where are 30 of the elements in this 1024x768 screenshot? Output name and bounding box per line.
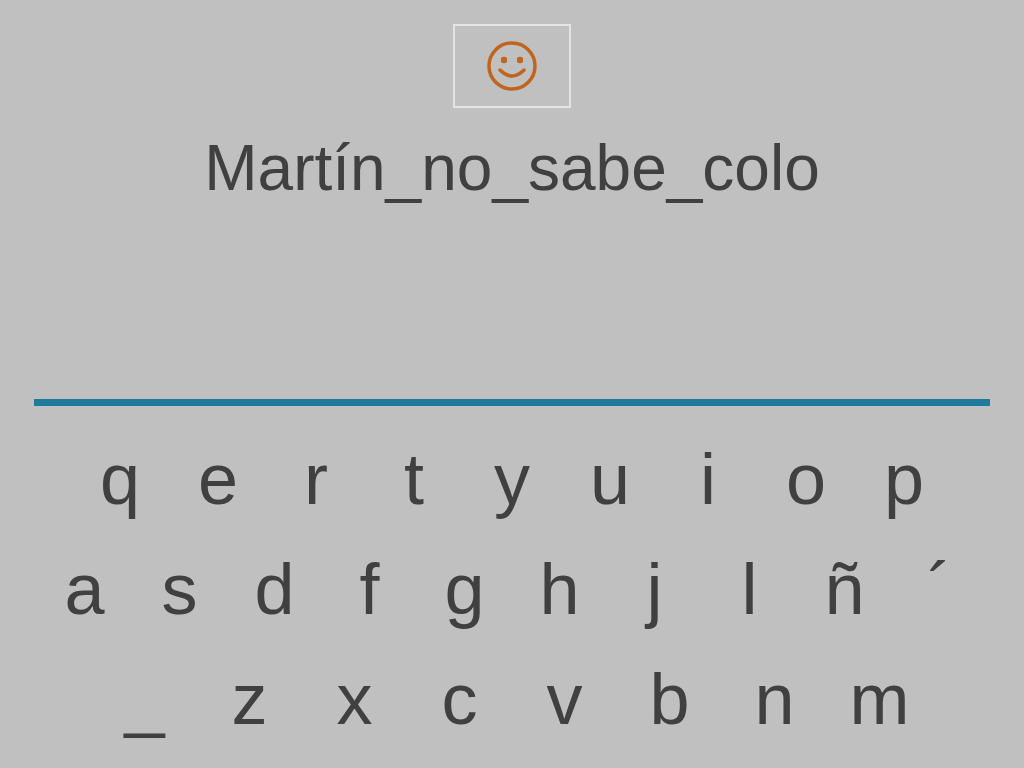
letter-key[interactable]: m <box>827 654 932 744</box>
letter-key[interactable]: g <box>417 544 512 634</box>
letter-key[interactable]: s <box>132 544 227 634</box>
letter-key[interactable]: r <box>267 434 365 524</box>
letter-key[interactable]: j <box>607 544 702 634</box>
letter-key[interactable]: h <box>512 544 607 634</box>
letter-key[interactable]: x <box>302 654 407 744</box>
letter-key[interactable]: f <box>322 544 417 634</box>
letter-key[interactable]: l <box>702 544 797 634</box>
letter-key[interactable]: t <box>365 434 463 524</box>
letter-key[interactable]: b <box>617 654 722 744</box>
word-display: Martín_no_sabe_colo <box>204 131 820 206</box>
letter-key[interactable]: e <box>169 434 267 524</box>
smiley-icon <box>486 40 538 92</box>
letter-key[interactable]: i <box>659 434 757 524</box>
letter-key[interactable]: y <box>463 434 561 524</box>
letter-key[interactable]: o <box>757 434 855 524</box>
letter-key[interactable]: ´ <box>892 544 987 634</box>
letter-key[interactable]: _ <box>92 654 197 744</box>
letter-key[interactable]: u <box>561 434 659 524</box>
letter-key[interactable]: q <box>71 434 169 524</box>
letter-key[interactable]: ñ <box>797 544 892 634</box>
letter-key[interactable]: z <box>197 654 302 744</box>
letter-key[interactable]: a <box>37 544 132 634</box>
letter-key[interactable]: c <box>407 654 512 744</box>
letter-key[interactable]: d <box>227 544 322 634</box>
letter-key[interactable]: v <box>512 654 617 744</box>
smiley-button[interactable] <box>453 24 571 108</box>
letter-key[interactable]: p <box>855 434 953 524</box>
letter-key[interactable]: n <box>722 654 827 744</box>
